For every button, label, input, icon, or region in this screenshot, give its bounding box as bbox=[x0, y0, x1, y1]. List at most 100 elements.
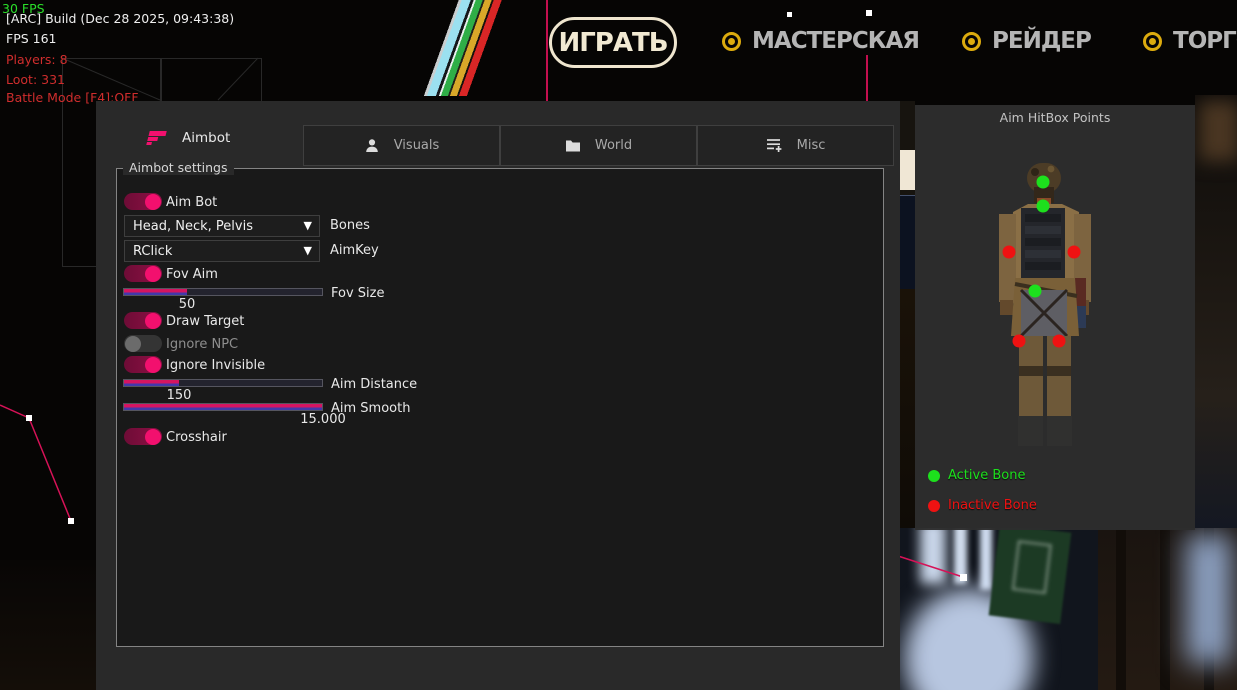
tab-label: Aimbot bbox=[182, 130, 230, 146]
legend-label: Inactive Bone bbox=[948, 498, 1037, 513]
group-title: Aimbot settings bbox=[123, 160, 234, 175]
hitbox-point-pelvis bbox=[1029, 285, 1042, 298]
person-icon bbox=[364, 138, 380, 154]
menu-item-label: ТОРГО bbox=[1173, 28, 1237, 54]
scene-strip-between-panels bbox=[898, 101, 915, 528]
fps-label: FPS 161 bbox=[6, 31, 57, 46]
gold-coin-icon bbox=[722, 32, 741, 51]
toggle-knob bbox=[145, 357, 161, 373]
fov-size-value: 50 bbox=[179, 297, 196, 312]
pistol-icon bbox=[146, 130, 167, 146]
hitbox-panel: Aim HitBox Points bbox=[915, 105, 1195, 530]
scene-light-blob bbox=[1186, 534, 1232, 664]
toggle-knob bbox=[145, 313, 161, 329]
scene-bottom-right bbox=[898, 528, 1237, 690]
tracer-vertical-line bbox=[546, 0, 548, 101]
toggle-knob bbox=[125, 336, 141, 352]
scene-light-block bbox=[898, 150, 915, 190]
scene-light-blob bbox=[1199, 101, 1237, 161]
crosshair-label: Crosshair bbox=[166, 430, 227, 445]
tab-visuals[interactable]: Visuals bbox=[303, 125, 500, 166]
esp-wireframe-box bbox=[160, 58, 262, 102]
hitbox-point-neck bbox=[1037, 200, 1050, 213]
tab-world[interactable]: World bbox=[500, 125, 697, 166]
scene-strip-right bbox=[1195, 95, 1237, 528]
ignore-npc-label: Ignore NPC bbox=[166, 337, 238, 352]
aimkey-label: AimKey bbox=[330, 243, 379, 258]
chevron-down-icon: ▼ bbox=[304, 219, 312, 232]
loot-counter: Loot: 331 bbox=[6, 72, 65, 87]
gold-coin-icon bbox=[1143, 32, 1162, 51]
cheat-menu-panel: Aimbot Visuals World bbox=[96, 101, 900, 690]
fov-aim-label: Fov Aim bbox=[166, 267, 218, 282]
hitbox-point-right-arm bbox=[1068, 246, 1081, 259]
aimkey-dropdown[interactable]: RClick ▼ bbox=[124, 240, 320, 262]
legend-inactive-bone: Inactive Bone bbox=[928, 498, 1037, 513]
game-screen: 30 FPS [ARC] Build (Dec 28 2025, 09:43:3… bbox=[0, 0, 1237, 690]
legend-label: Active Bone bbox=[948, 468, 1025, 483]
folder-icon bbox=[565, 139, 581, 153]
hitbox-point-head bbox=[1037, 176, 1050, 189]
fov-aim-toggle[interactable] bbox=[124, 265, 162, 282]
scene-window-light bbox=[954, 528, 967, 584]
scene-window-light bbox=[920, 528, 946, 584]
active-bone-dot-icon bbox=[928, 470, 940, 482]
fov-size-slider[interactable] bbox=[123, 288, 323, 296]
draw-target-toggle[interactable] bbox=[124, 312, 162, 329]
ignore-invisible-label: Ignore Invisible bbox=[166, 358, 265, 373]
inactive-bone-dot-icon bbox=[928, 500, 940, 512]
crosshair-toggle[interactable] bbox=[124, 428, 162, 445]
player-model bbox=[985, 160, 1105, 450]
slider-fill bbox=[124, 380, 179, 386]
toggle-knob bbox=[145, 194, 161, 210]
gold-coin-icon bbox=[962, 32, 981, 51]
aim-distance-label: Aim Distance bbox=[331, 377, 417, 392]
tab-label: World bbox=[595, 138, 632, 153]
menu-item-label: МАСТЕРСКАЯ bbox=[752, 28, 919, 54]
players-counter: Players: 8 bbox=[6, 52, 68, 67]
ignore-npc-toggle[interactable] bbox=[124, 335, 162, 352]
menu-item-workshop[interactable]: МАСТЕРСКАЯ bbox=[722, 28, 919, 54]
scene-beam bbox=[1116, 528, 1126, 690]
menu-item-raider[interactable]: РЕЙДЕР bbox=[962, 28, 1091, 54]
bones-label: Bones bbox=[330, 218, 370, 233]
scene-window-light bbox=[980, 528, 992, 590]
legend-active-bone: Active Bone bbox=[928, 468, 1025, 483]
rainbow-stripes-decal bbox=[402, 0, 568, 96]
bones-dropdown[interactable]: Head, Neck, Pelvis ▼ bbox=[124, 215, 320, 237]
toggle-knob bbox=[145, 429, 161, 445]
hitbox-panel-title: Aim HitBox Points bbox=[915, 110, 1195, 125]
tab-label: Visuals bbox=[394, 138, 440, 153]
scene-exit-sign bbox=[989, 528, 1072, 624]
scene-sign-figure bbox=[1012, 540, 1052, 594]
hitbox-point-left-knee bbox=[1013, 335, 1026, 348]
menu-item-trade[interactable]: ТОРГО bbox=[1143, 28, 1237, 54]
menu-item-label: РЕЙДЕР bbox=[992, 28, 1091, 54]
hitbox-point-left-arm bbox=[1003, 246, 1016, 259]
scene-beam bbox=[1160, 528, 1170, 690]
tracer-vertical-line bbox=[866, 55, 868, 101]
aim-smooth-slider[interactable] bbox=[123, 403, 323, 411]
dropdown-value: RClick bbox=[133, 244, 172, 259]
chevron-down-icon: ▼ bbox=[304, 244, 312, 257]
tab-aimbot[interactable]: Aimbot bbox=[146, 130, 230, 146]
aimbot-settings-group: Aimbot settings Aim Bot Head, Neck, Pelv… bbox=[116, 168, 884, 647]
build-label: [ARC] Build (Dec 28 2025, 09:43:38) bbox=[6, 11, 234, 26]
toggle-knob bbox=[145, 266, 161, 282]
tab-label: Misc bbox=[797, 138, 826, 153]
dropdown-value: Head, Neck, Pelvis bbox=[133, 219, 253, 234]
aim-bot-toggle[interactable] bbox=[124, 193, 162, 210]
ignore-invisible-toggle[interactable] bbox=[124, 356, 162, 373]
scene-dark-block bbox=[898, 195, 915, 290]
draw-target-label: Draw Target bbox=[166, 314, 244, 329]
fov-size-label: Fov Size bbox=[331, 286, 384, 301]
scene-dark-block bbox=[898, 289, 915, 528]
slider-fill bbox=[124, 404, 322, 410]
slider-fill bbox=[124, 289, 187, 295]
tab-misc[interactable]: Misc bbox=[697, 125, 894, 166]
play-button[interactable]: ИГРАТЬ bbox=[549, 17, 677, 68]
playlist-add-icon bbox=[766, 138, 783, 153]
aim-bot-label: Aim Bot bbox=[166, 195, 217, 210]
aim-distance-slider[interactable] bbox=[123, 379, 323, 387]
aim-distance-value: 150 bbox=[167, 388, 192, 403]
